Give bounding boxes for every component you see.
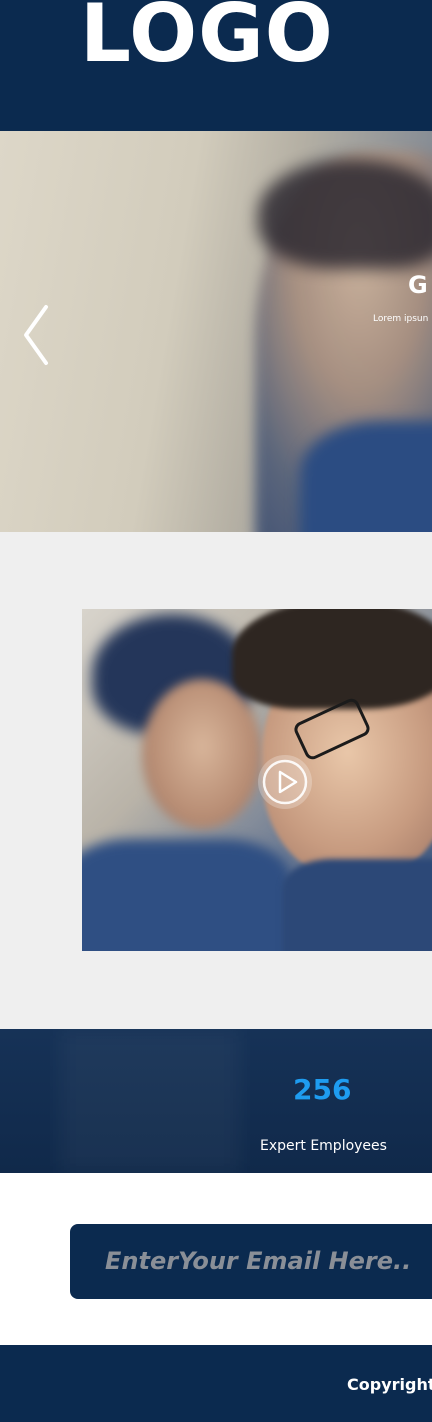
site-footer: Copyright 2 bbox=[0, 1345, 432, 1422]
play-icon bbox=[262, 759, 308, 805]
stat-label: Expert Employees bbox=[260, 1138, 387, 1154]
hero-slider: G Lorem ipsun bbox=[0, 131, 432, 532]
logo[interactable]: LOGO bbox=[80, 0, 334, 74]
copyright-text: Copyright 2 bbox=[347, 1375, 432, 1394]
video-background-person-suit bbox=[82, 839, 292, 951]
slider-prev-button[interactable] bbox=[18, 303, 58, 367]
chevron-left-icon bbox=[24, 305, 48, 365]
stat-number: 256 bbox=[293, 1073, 352, 1106]
stats-section: 256 Expert Employees bbox=[0, 1029, 432, 1173]
hero-background-suit bbox=[300, 421, 432, 532]
hero-background-hair bbox=[258, 159, 432, 269]
video-person-hair bbox=[232, 609, 432, 709]
hero-title: G bbox=[408, 271, 428, 299]
email-field[interactable] bbox=[105, 1243, 425, 1279]
video-thumbnail[interactable] bbox=[82, 609, 432, 951]
hero-subtitle: Lorem ipsun bbox=[373, 314, 429, 324]
video-person-suit bbox=[282, 859, 432, 951]
stats-background-image bbox=[60, 1029, 240, 1173]
newsletter-section bbox=[0, 1173, 432, 1345]
site-header: LOGO bbox=[0, 0, 432, 131]
play-button[interactable] bbox=[258, 755, 312, 809]
video-background-person-face bbox=[142, 679, 262, 829]
video-section bbox=[0, 532, 432, 1029]
